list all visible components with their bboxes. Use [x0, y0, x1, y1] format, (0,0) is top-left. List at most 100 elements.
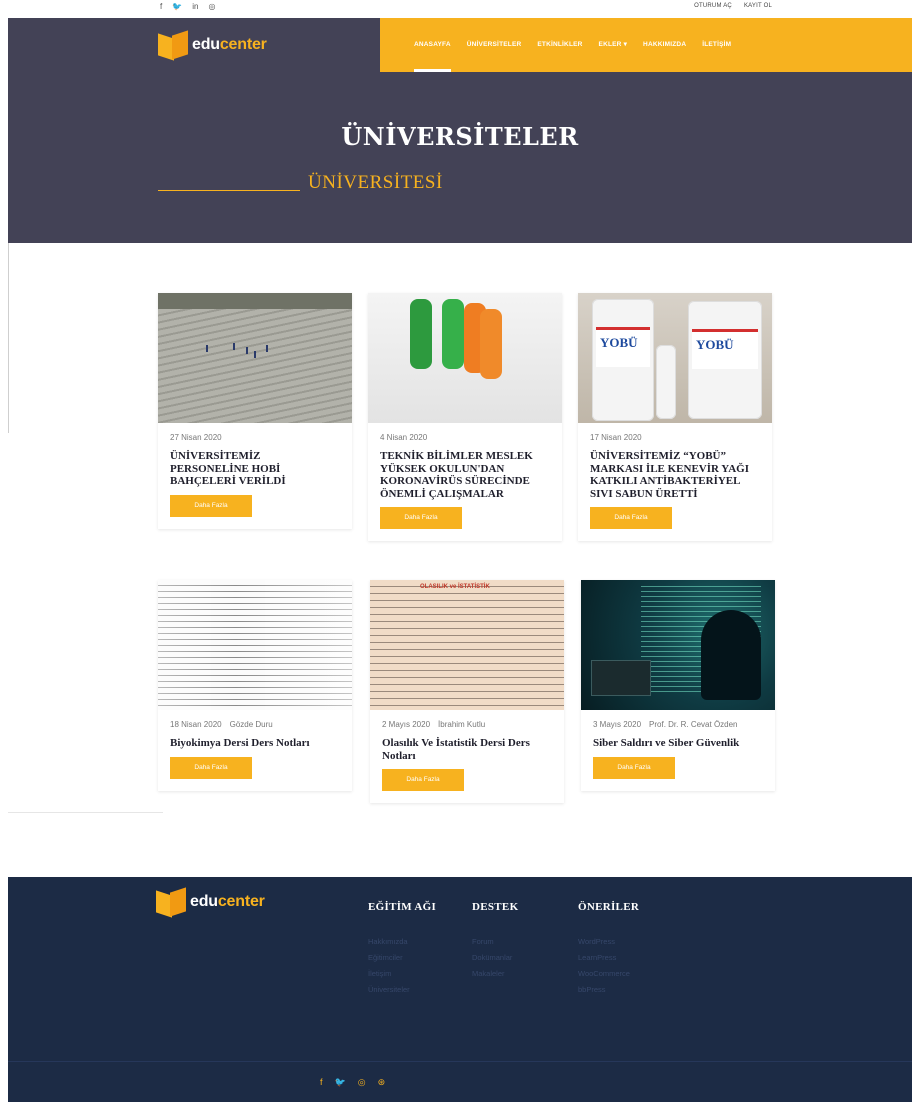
card-author[interactable]: Gözde Duru — [230, 720, 273, 729]
footer-column-network: EĞİTİM AĞI Hakkımızda Eğitimciler İletiş… — [368, 901, 436, 1001]
page-header: educenter ANASAYFA ÜNİVERSİTELER ETKİNLİ… — [8, 18, 912, 243]
login-link[interactable]: OTURUM AÇ — [694, 3, 732, 9]
card-date: 2 Mayıs 2020 — [382, 720, 431, 729]
bottle-label: YOBÜ — [600, 335, 638, 350]
footer-heading: ÖNERİLER — [578, 901, 640, 913]
twitter-icon[interactable]: 🐦 — [172, 2, 182, 11]
footer-link[interactable]: LearnPress — [578, 953, 639, 962]
card-title[interactable]: Olasılık Ve İstatistik Dersi Ders Notlar… — [382, 737, 554, 762]
image-figure — [246, 347, 248, 354]
page-subtitle-row: ÜNİVERSİTESİ — [158, 172, 443, 194]
card-image-visor[interactable] — [368, 293, 562, 423]
read-more-button[interactable]: Daha Fazla — [382, 769, 464, 791]
footer-heading: EĞİTİM AĞI — [368, 901, 437, 913]
card-date: 17 Nisan 2020 — [590, 433, 642, 442]
footer-link[interactable]: WordPress — [578, 937, 639, 946]
footer-social-links: f 🐦 ◎ ⊛ — [320, 1077, 385, 1088]
news-card: 18 Nisan 2020 Gözde Duru Biyokimya Dersi … — [158, 580, 352, 791]
card-image-notes[interactable] — [158, 580, 352, 710]
card-title[interactable]: TEKNİK BİLİMLER MESLEK YÜKSEK OKULUN'DAN… — [380, 450, 552, 500]
card-image-statistics[interactable]: OLASILIK ve İSTATİSTİK — [370, 580, 564, 710]
news-card: OLASILIK ve İSTATİSTİK 2 Mayıs 2020 İbrah… — [370, 580, 564, 803]
news-card: 4 Nisan 2020 TEKNİK BİLİMLER MESLEK YÜKS… — [368, 293, 562, 541]
footer-logo[interactable]: educenter — [156, 887, 265, 917]
card-date: 27 Nisan 2020 — [170, 433, 222, 442]
footer-link[interactable]: Makaleler — [472, 969, 518, 978]
image-laptop — [591, 660, 651, 696]
card-meta: 4 Nisan 2020 — [380, 433, 552, 442]
card-image-garden[interactable] — [158, 293, 352, 423]
card-image-hacker[interactable] — [581, 580, 775, 710]
news-card: 3 Mayıs 2020 Prof. Dr. R. Cevat Özden Sib… — [581, 580, 775, 791]
read-more-button[interactable]: Daha Fazla — [170, 494, 252, 517]
brand-name-part1: edu — [190, 893, 218, 910]
facebook-icon[interactable]: f — [320, 1077, 323, 1088]
left-divider — [8, 243, 9, 433]
nav-contact[interactable]: İLETİŞİM — [702, 18, 731, 72]
read-more-button[interactable]: Daha Fazla — [593, 756, 675, 779]
nav-home[interactable]: ANASAYFA — [414, 18, 451, 72]
nav-extras[interactable]: EKLER ▾ — [599, 18, 628, 72]
brand-name-part2: center — [219, 36, 267, 53]
card-meta: 2 Mayıs 2020 İbrahim Kutlu — [382, 720, 554, 729]
footer-link[interactable]: Dokümanlar — [472, 953, 518, 962]
card-meta: 3 Mayıs 2020 Prof. Dr. R. Cevat Özden — [593, 720, 765, 729]
card-author[interactable]: Prof. Dr. R. Cevat Özden — [649, 720, 737, 729]
main-nav: ANASAYFA ÜNİVERSİTELER ETKİNLİKLER EKLER… — [380, 18, 912, 72]
card-title[interactable]: Siber Saldırı ve Siber Güvenlik — [593, 737, 765, 750]
linkedin-icon[interactable]: in — [192, 2, 198, 11]
card-meta: 18 Nisan 2020 Gözde Duru — [170, 720, 342, 729]
image-figure — [206, 345, 208, 352]
instagram-icon[interactable]: ◎ — [358, 1077, 366, 1088]
card-date: 3 Mayıs 2020 — [593, 720, 642, 729]
card-body: 18 Nisan 2020 Gözde Duru Biyokimya Dersi … — [158, 710, 352, 791]
logo-icon — [158, 30, 188, 60]
footer-link[interactable]: Eğitimciler — [368, 953, 436, 962]
card-image-soap[interactable]: YOBÜ YOBÜ — [578, 293, 772, 423]
nav-about[interactable]: HAKKIMIZDA — [643, 18, 686, 72]
footer-link[interactable]: WooCommerce — [578, 969, 639, 978]
bottom-divider — [8, 812, 163, 813]
facebook-icon[interactable]: f — [160, 2, 162, 11]
subtitle-underline — [158, 189, 300, 191]
news-card: YOBÜ YOBÜ 17 Nisan 2020 ÜNİVERSİTEMİZ “Y… — [578, 293, 772, 541]
logo-icon — [156, 887, 186, 917]
register-link[interactable]: KAYIT OL — [744, 3, 772, 9]
auth-links: OTURUM AÇ KAYIT OL — [694, 3, 772, 9]
footer-link[interactable]: Forum — [472, 937, 518, 946]
read-more-button[interactable]: Daha Fazla — [590, 507, 672, 529]
image-hooded-figure — [701, 610, 761, 700]
bottle-label: YOBÜ — [696, 337, 734, 352]
image-bottle: YOBÜ — [592, 299, 654, 421]
image-heading: OLASILIK ve İSTATİSTİK — [420, 584, 490, 590]
footer-brand-name: educenter — [190, 893, 265, 911]
nav-events[interactable]: ETKİNLİKLER — [537, 18, 582, 72]
card-title[interactable]: ÜNİVERSİTEMİZ PERSONELİNE HOBİ BAHÇELERİ… — [170, 450, 342, 488]
top-bar: f 🐦 in ◎ OTURUM AÇ KAYIT OL — [0, 0, 912, 18]
card-meta: 27 Nisan 2020 — [170, 433, 342, 442]
footer-link[interactable]: bbPress — [578, 985, 639, 994]
image-tube — [442, 299, 464, 369]
brand-logo[interactable]: educenter — [158, 30, 267, 60]
card-author[interactable]: İbrahim Kutlu — [438, 720, 485, 729]
footer-divider — [8, 1061, 912, 1062]
footer-link[interactable]: Üniversiteler — [368, 985, 436, 994]
image-figure — [254, 351, 256, 358]
read-more-button[interactable]: Daha Fazla — [380, 507, 462, 529]
news-card: 27 Nisan 2020 ÜNİVERSİTEMİZ PERSONELİNE … — [158, 293, 352, 529]
card-body: 4 Nisan 2020 TEKNİK BİLİMLER MESLEK YÜKS… — [368, 423, 562, 541]
page-title: ÜNİVERSİTELER — [341, 122, 579, 151]
footer-link[interactable]: Hakkımızda — [368, 937, 436, 946]
pinterest-icon[interactable]: ⊛ — [378, 1077, 386, 1088]
card-body: 2 Mayıs 2020 İbrahim Kutlu Olasılık Ve İs… — [370, 710, 564, 803]
instagram-icon[interactable]: ◎ — [208, 2, 215, 11]
card-title[interactable]: ÜNİVERSİTEMİZ “YOBÜ” MARKASI İLE KENEVİR… — [590, 450, 762, 500]
image-figure — [233, 343, 235, 350]
card-date: 18 Nisan 2020 — [170, 720, 222, 729]
nav-universities[interactable]: ÜNİVERSİTELER — [467, 18, 522, 72]
twitter-icon[interactable]: 🐦 — [335, 1077, 346, 1088]
footer-link[interactable]: İletişim — [368, 969, 436, 978]
footer-column-recommendations: ÖNERİLER WordPress LearnPress WooCommerc… — [578, 901, 639, 1001]
card-title[interactable]: Biyokimya Dersi Ders Notları — [170, 737, 342, 750]
read-more-button[interactable]: Daha Fazla — [170, 756, 252, 779]
